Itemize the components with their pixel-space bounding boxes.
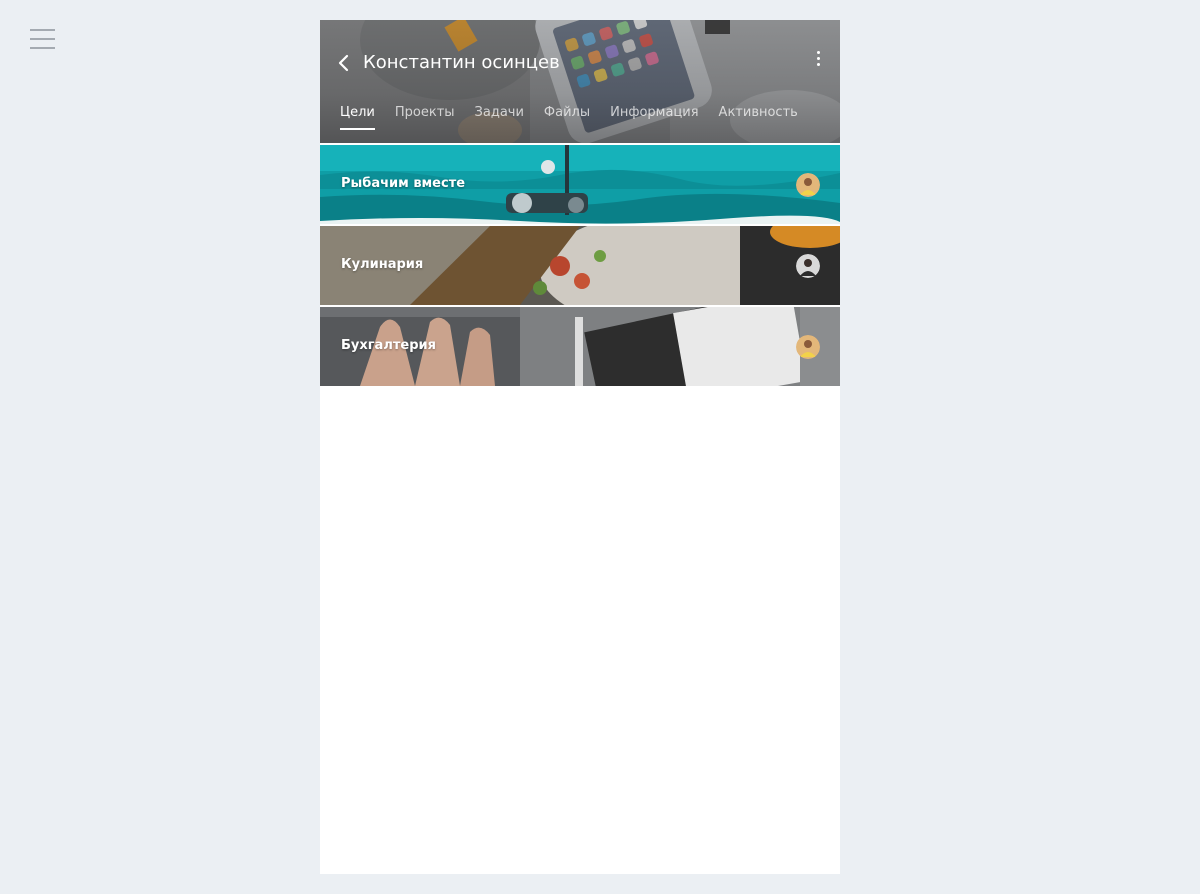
avatar[interactable] [796,254,820,278]
vertical-dots-icon[interactable] [812,48,826,70]
tab-tasks[interactable]: Задачи [475,104,524,132]
chevron-left-icon[interactable] [334,52,354,74]
menu-icon[interactable] [30,28,55,50]
profile-header: Константин осинцев Цели Проекты Задачи Ф… [320,20,840,143]
avatar[interactable] [796,335,820,359]
page-title: Константин осинцев [363,52,560,73]
tab-files[interactable]: Файлы [544,104,590,132]
tab-goals[interactable]: Цели [340,104,375,132]
goal-item-accounting[interactable]: Бухгалтерия [320,307,840,386]
avatar[interactable] [796,173,820,197]
goal-title: Бухгалтерия [341,338,436,353]
tab-projects[interactable]: Проекты [395,104,455,132]
profile-tabs: Цели Проекты Задачи Файлы Информация Акт… [340,104,818,132]
goal-title: Кулинария [341,257,424,272]
goal-item-cooking[interactable]: Кулинария [320,226,840,305]
goal-item-fishing[interactable]: Рыбачим вместе [320,145,840,224]
tab-activity[interactable]: Активность [719,104,798,132]
goal-title: Рыбачим вместе [341,176,466,191]
profile-panel: Константин осинцев Цели Проекты Задачи Ф… [320,20,840,874]
tab-info[interactable]: Информация [610,104,698,132]
